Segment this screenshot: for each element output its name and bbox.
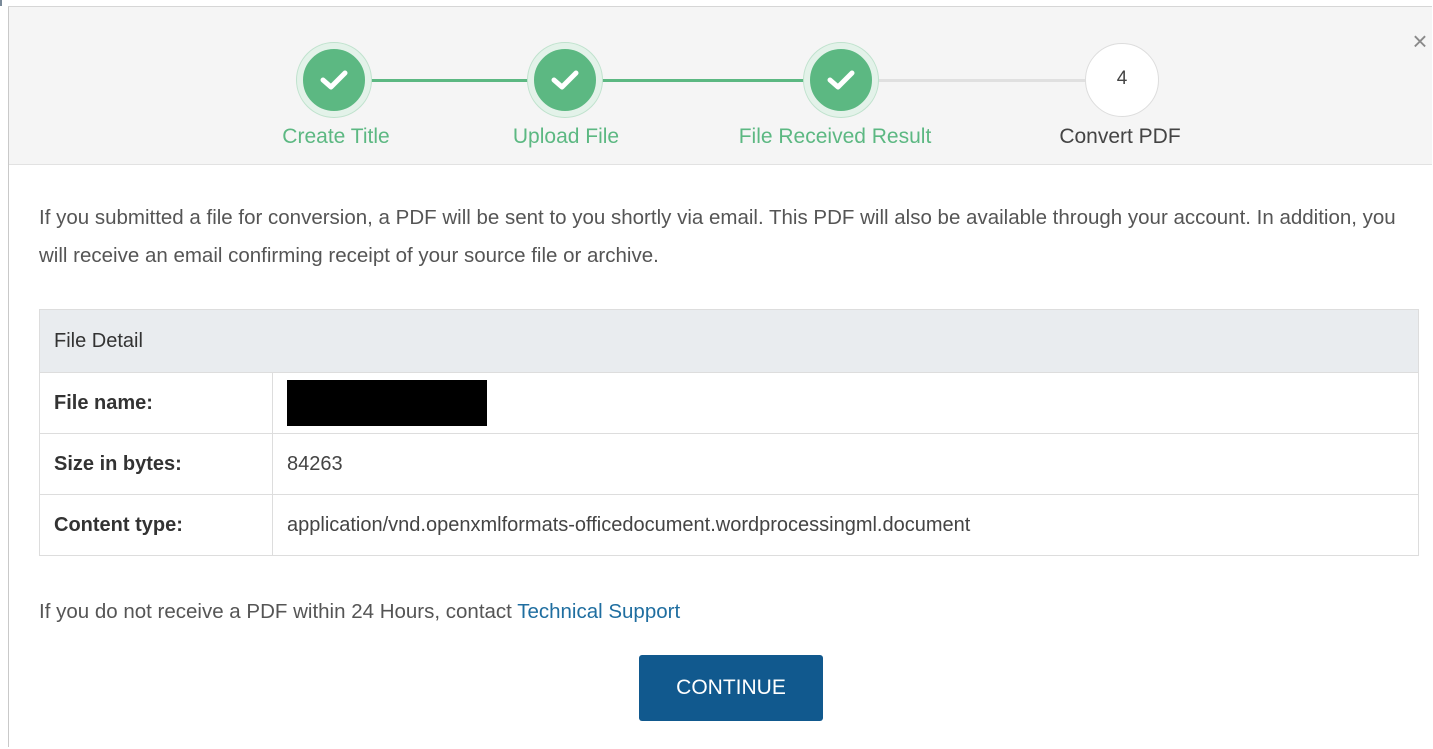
table-header-row: File Detail [39,309,1419,373]
stepper-header: Create Title Upload File File Received R… [9,7,1432,165]
step-connector-1-2 [367,79,535,82]
file-name-key: File name: [39,372,273,434]
technical-support-link[interactable]: Technical Support [517,600,680,623]
size-value: 84263 [272,433,1419,495]
check-icon [320,70,348,90]
size-key: Size in bytes: [39,433,273,495]
content-type-value: application/vnd.openxmlformats-officedoc… [272,494,1419,556]
check-icon [551,70,579,90]
step-connector-3-4 [875,79,1087,82]
step-3-label: File Received Result [738,125,932,148]
continue-button[interactable]: CONTINUE [639,655,823,721]
close-icon[interactable]: × [1408,25,1432,57]
left-edge-mark [0,0,2,6]
footer-note-text: If you do not receive a PDF within 24 Ho… [39,600,518,623]
file-name-value [272,372,1419,434]
table-header: File Detail [39,309,1419,373]
step-connector-2-3 [601,79,809,82]
step-1-circle [297,43,371,117]
table-row: Content type: application/vnd.openxmlfor… [39,494,1419,556]
redacted-file-name [287,380,487,426]
file-detail-table: File Detail File name: Size in bytes: 84… [39,309,1419,556]
intro-text: If you submitted a file for conversion, … [39,206,1396,267]
convert-pdf-dialog: Create Title Upload File File Received R… [8,6,1432,747]
content-type-key: Content type: [39,494,273,556]
check-icon [827,70,855,90]
step-2-label: Upload File [512,125,620,148]
step-4-number: 4 [1116,68,1128,89]
step-4-label: Convert PDF [1059,125,1181,148]
step-1-label: Create Title [282,125,390,148]
footer-note: If you do not receive a PDF within 24 Ho… [39,600,680,624]
table-row: File name: [39,372,1419,434]
table-row: Size in bytes: 84263 [39,433,1419,495]
step-3-circle [804,43,878,117]
step-2-circle [528,43,602,117]
step-4-circle: 4 [1085,43,1159,117]
